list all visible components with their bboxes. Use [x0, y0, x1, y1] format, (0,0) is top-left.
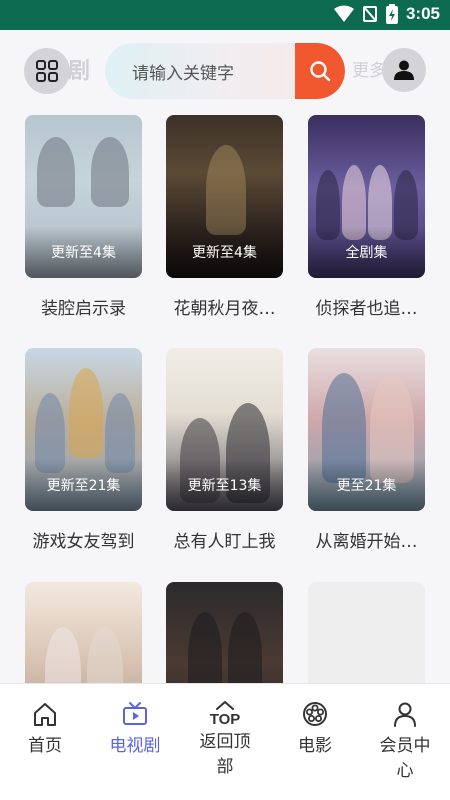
nav-tv[interactable]: 电视剧 — [95, 700, 175, 759]
episode-badge: 更新至4集 — [192, 245, 257, 261]
nav-back-to-top-label: 返回顶部 — [199, 732, 251, 777]
show-title: 花朝秋月夜… — [173, 299, 276, 319]
episode-badge: 更新至4集 — [51, 245, 116, 261]
show-card[interactable]: 更新至4集 装腔启示录 — [25, 115, 142, 319]
nav-member-label: 会员中心 — [379, 736, 431, 781]
show-poster[interactable]: 更新至21集 — [25, 348, 142, 511]
tv-icon — [123, 702, 147, 725]
film-reel-icon — [303, 702, 327, 726]
bottom-nav: 首页 电视剧 TOP 返回顶部 电影 会员中心 — [0, 683, 450, 800]
user-icon — [394, 60, 414, 80]
status-time: 3:05 — [405, 4, 440, 23]
home-icon — [34, 703, 56, 726]
show-poster[interactable]: 全剧集 — [308, 115, 425, 278]
search-input[interactable]: 请输入关键字 — [105, 43, 345, 99]
show-card[interactable]: 更新至21集 游戏女友驾到 — [25, 348, 142, 552]
chevron-up-icon — [216, 701, 234, 710]
battery-charging-icon — [385, 4, 398, 24]
show-card[interactable]: 全剧集 侦探者也追… — [308, 115, 425, 319]
nav-movie[interactable]: 电影 — [275, 700, 355, 759]
show-poster[interactable]: 更新至4集 — [166, 115, 283, 278]
nav-home-label: 首页 — [28, 736, 62, 756]
grid-icon — [36, 60, 58, 82]
category-grid-button[interactable] — [24, 48, 70, 94]
section-title-faded: 剧 — [68, 59, 91, 84]
person-icon — [394, 702, 416, 727]
nav-member[interactable]: 会员中心 — [365, 700, 445, 784]
more-link-faded: 更多 — [352, 61, 386, 81]
user-avatar-button[interactable] — [382, 48, 426, 92]
show-title: 侦探者也追… — [315, 299, 418, 319]
search-placeholder: 请输入关键字 — [132, 64, 234, 84]
show-card[interactable]: 更新至13集 总有人盯上我 — [166, 348, 283, 552]
no-signal-icon — [362, 6, 377, 22]
show-card[interactable]: 更至21集 从离婚开始… — [308, 348, 425, 552]
show-title: 总有人盯上我 — [173, 532, 276, 552]
nav-movie-label: 电影 — [298, 736, 332, 756]
show-title: 从离婚开始… — [315, 532, 418, 552]
show-card[interactable]: 更新至4集 花朝秋月夜… — [166, 115, 283, 319]
show-poster[interactable]: 更新至4集 — [25, 115, 142, 278]
episode-badge: 更新至13集 — [187, 478, 262, 494]
show-poster[interactable]: 更新至13集 — [166, 348, 283, 511]
nav-home[interactable]: 首页 — [5, 700, 85, 759]
show-poster[interactable]: 更至21集 — [308, 348, 425, 511]
nav-tv-label: 电视剧 — [109, 736, 161, 756]
status-bar: 3:05 — [0, 0, 450, 30]
show-title: 装腔启示录 — [41, 299, 126, 319]
episode-badge: 更新至21集 — [46, 478, 121, 494]
wifi-icon — [333, 5, 354, 22]
top-glyph: TOP — [209, 711, 241, 728]
episode-badge: 更至21集 — [336, 478, 397, 494]
episode-badge: 全剧集 — [345, 245, 388, 261]
status-icons: 3:05 — [333, 4, 440, 24]
nav-back-to-top[interactable]: TOP 返回顶部 — [185, 700, 265, 780]
search-icon — [310, 61, 331, 82]
show-title: 游戏女友驾到 — [32, 532, 135, 552]
